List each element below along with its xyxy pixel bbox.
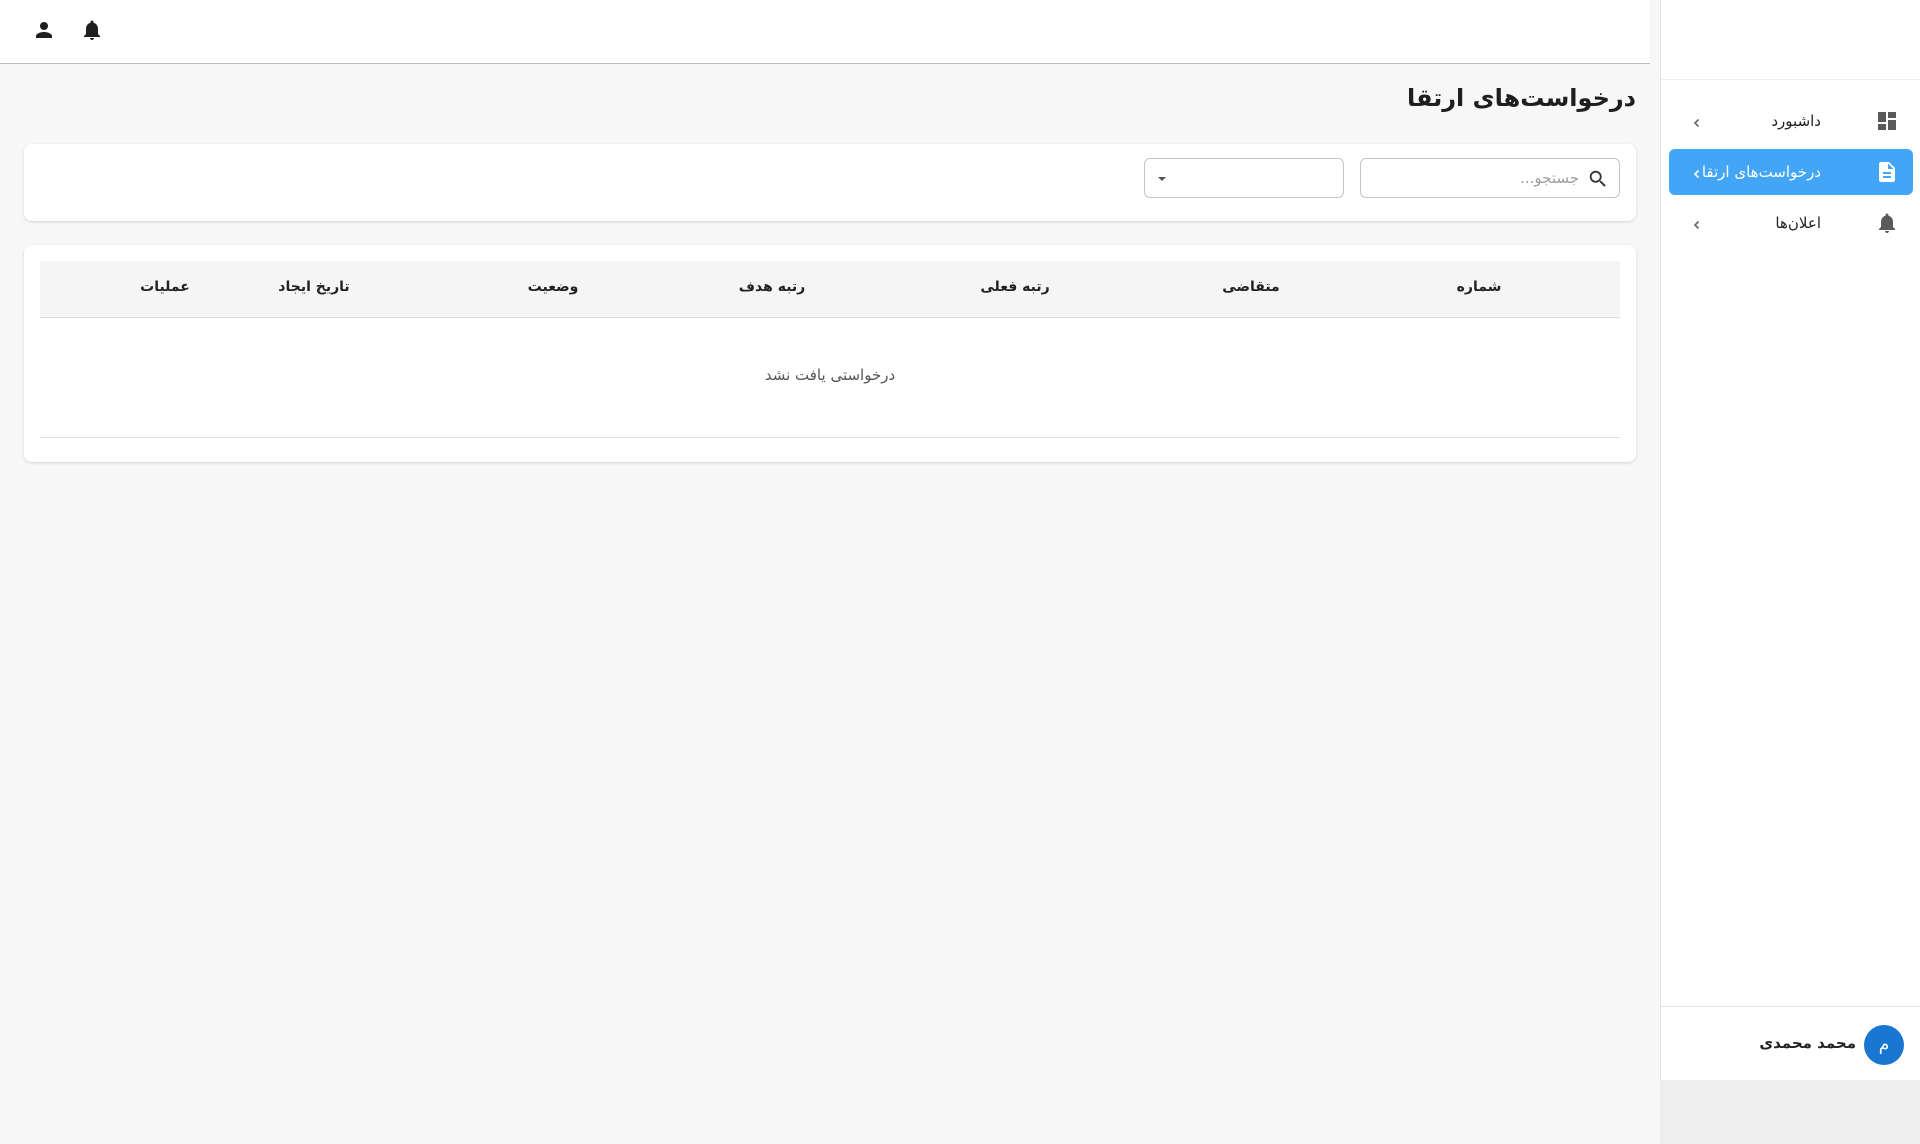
chevron-left-icon: [1691, 165, 1705, 179]
filter-card: [24, 144, 1636, 221]
column-header-number: شماره: [1456, 279, 1502, 295]
dashboard-icon: [1875, 109, 1899, 133]
bell-icon: [1875, 211, 1899, 235]
bell-icon: [80, 18, 104, 46]
sidebar-user-profile[interactable]: م محمد محمدی: [1661, 1006, 1920, 1080]
sidebar-item-label: درخواست‌های ارتقا: [1701, 163, 1821, 181]
top-app-bar: [0, 0, 1650, 64]
sidebar-item-notifications[interactable]: اعلان‌ها: [1669, 200, 1913, 246]
sidebar-item-label: اعلان‌ها: [1775, 214, 1821, 232]
search-input[interactable]: [1379, 159, 1579, 197]
sidebar-header: [1661, 0, 1920, 80]
document-icon: [1875, 160, 1899, 184]
sidebar-item-dashboard[interactable]: داشبورد: [1669, 98, 1913, 144]
sidebar: داشبورد درخواست‌های ارتقا اعلان‌ها م محم…: [1660, 0, 1920, 1080]
page-title: درخواست‌های ارتقا: [1406, 84, 1636, 112]
person-icon: [32, 18, 56, 46]
table-body: درخواستی یافت نشد: [40, 318, 1620, 438]
column-header-target-rank: رتبه هدف: [738, 279, 806, 295]
empty-state-message: درخواستی یافت نشد: [764, 366, 896, 384]
column-header-created-date: تاریخ ایجاد: [278, 279, 350, 295]
status-filter-select[interactable]: [1144, 158, 1344, 198]
notifications-button[interactable]: [76, 16, 108, 48]
chevron-left-icon: [1691, 216, 1705, 230]
column-header-applicant: متقاضی: [1222, 279, 1280, 295]
sidebar-item-label: داشبورد: [1771, 112, 1821, 130]
column-header-status: وضعیت: [527, 279, 579, 295]
search-icon: [1587, 168, 1609, 190]
requests-table-card: شماره متقاضی رتبه فعلی رتبه هدف وضعیت تا…: [24, 245, 1636, 462]
table-header-row: شماره متقاضی رتبه فعلی رتبه هدف وضعیت تا…: [40, 261, 1620, 318]
column-header-current-rank: رتبه فعلی: [980, 279, 1050, 295]
account-button[interactable]: [28, 16, 60, 48]
dropdown-arrow-icon: [1155, 171, 1169, 185]
column-header-actions: عملیات: [140, 279, 190, 295]
user-name: محمد محمدی: [1759, 1034, 1856, 1052]
sidebar-footer-area: [1660, 1080, 1920, 1144]
avatar: م: [1864, 1025, 1904, 1065]
search-field[interactable]: [1360, 158, 1620, 198]
chevron-left-icon: [1691, 114, 1705, 128]
sidebar-item-upgrade-requests[interactable]: درخواست‌های ارتقا: [1669, 149, 1913, 195]
